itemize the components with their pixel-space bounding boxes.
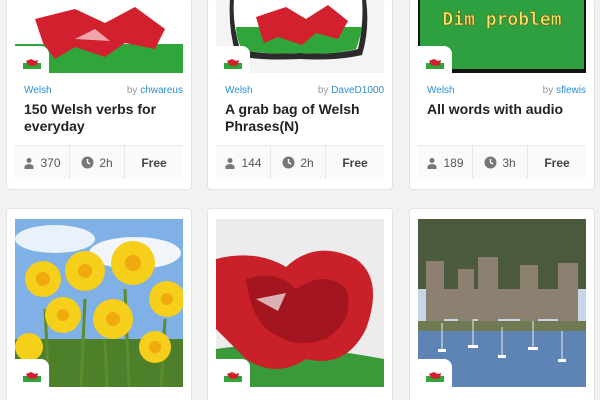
person-icon (24, 157, 34, 169)
course-price: Free (326, 146, 384, 179)
welsh-flag-icon (15, 359, 49, 393)
course-title[interactable]: A grab bag of Welsh Phrases(N) (225, 101, 384, 135)
clock-icon (282, 156, 295, 169)
learners-count: 144 (216, 146, 271, 179)
course-author: by sflewis (542, 85, 586, 96)
learners-count: 370 (15, 146, 70, 179)
welsh-flag-icon (418, 46, 452, 80)
course-language[interactable]: Welsh (427, 85, 455, 96)
welsh-flag-icon (418, 359, 452, 393)
course-card[interactable]: Welsh by DaveD1000 A grab bag of Welsh P… (207, 0, 393, 190)
welsh-flag-icon (15, 46, 49, 80)
course-card[interactable]: Dim problem Welsh by sflewis All words w… (409, 0, 595, 190)
welsh-flag-icon (216, 359, 250, 393)
welsh-flag-icon (216, 46, 250, 80)
course-author: by chwareus (126, 85, 183, 96)
course-author: by DaveD1000 (317, 85, 384, 96)
course-title[interactable]: 150 Welsh verbs for everyday (24, 101, 183, 135)
person-icon (225, 157, 235, 169)
author-link[interactable]: chwareus (140, 85, 183, 96)
course-stats: 144 2h Free (216, 145, 384, 179)
course-language[interactable]: Welsh (24, 85, 52, 96)
course-duration: 3h (473, 146, 528, 179)
image-caption: Dim problem (442, 9, 561, 30)
course-stats: 189 3h Free (418, 145, 586, 179)
course-card[interactable] (6, 208, 192, 400)
person-icon (427, 157, 437, 169)
clock-icon (484, 156, 497, 169)
course-price: Free (125, 146, 183, 179)
course-language[interactable]: Welsh (225, 85, 253, 96)
course-price: Free (528, 146, 586, 179)
author-link[interactable]: DaveD1000 (331, 85, 384, 96)
course-duration: 2h (70, 146, 125, 179)
learners-count: 189 (418, 146, 473, 179)
author-link[interactable]: sflewis (556, 85, 586, 96)
course-card[interactable]: Welsh by chwareus 150 Welsh verbs for ev… (6, 0, 192, 190)
clock-icon (81, 156, 94, 169)
course-duration: 2h (271, 146, 326, 179)
course-card[interactable] (207, 208, 393, 400)
course-card[interactable] (409, 208, 595, 400)
course-stats: 370 2h Free (15, 145, 183, 179)
course-title[interactable]: All words with audio (427, 101, 586, 118)
